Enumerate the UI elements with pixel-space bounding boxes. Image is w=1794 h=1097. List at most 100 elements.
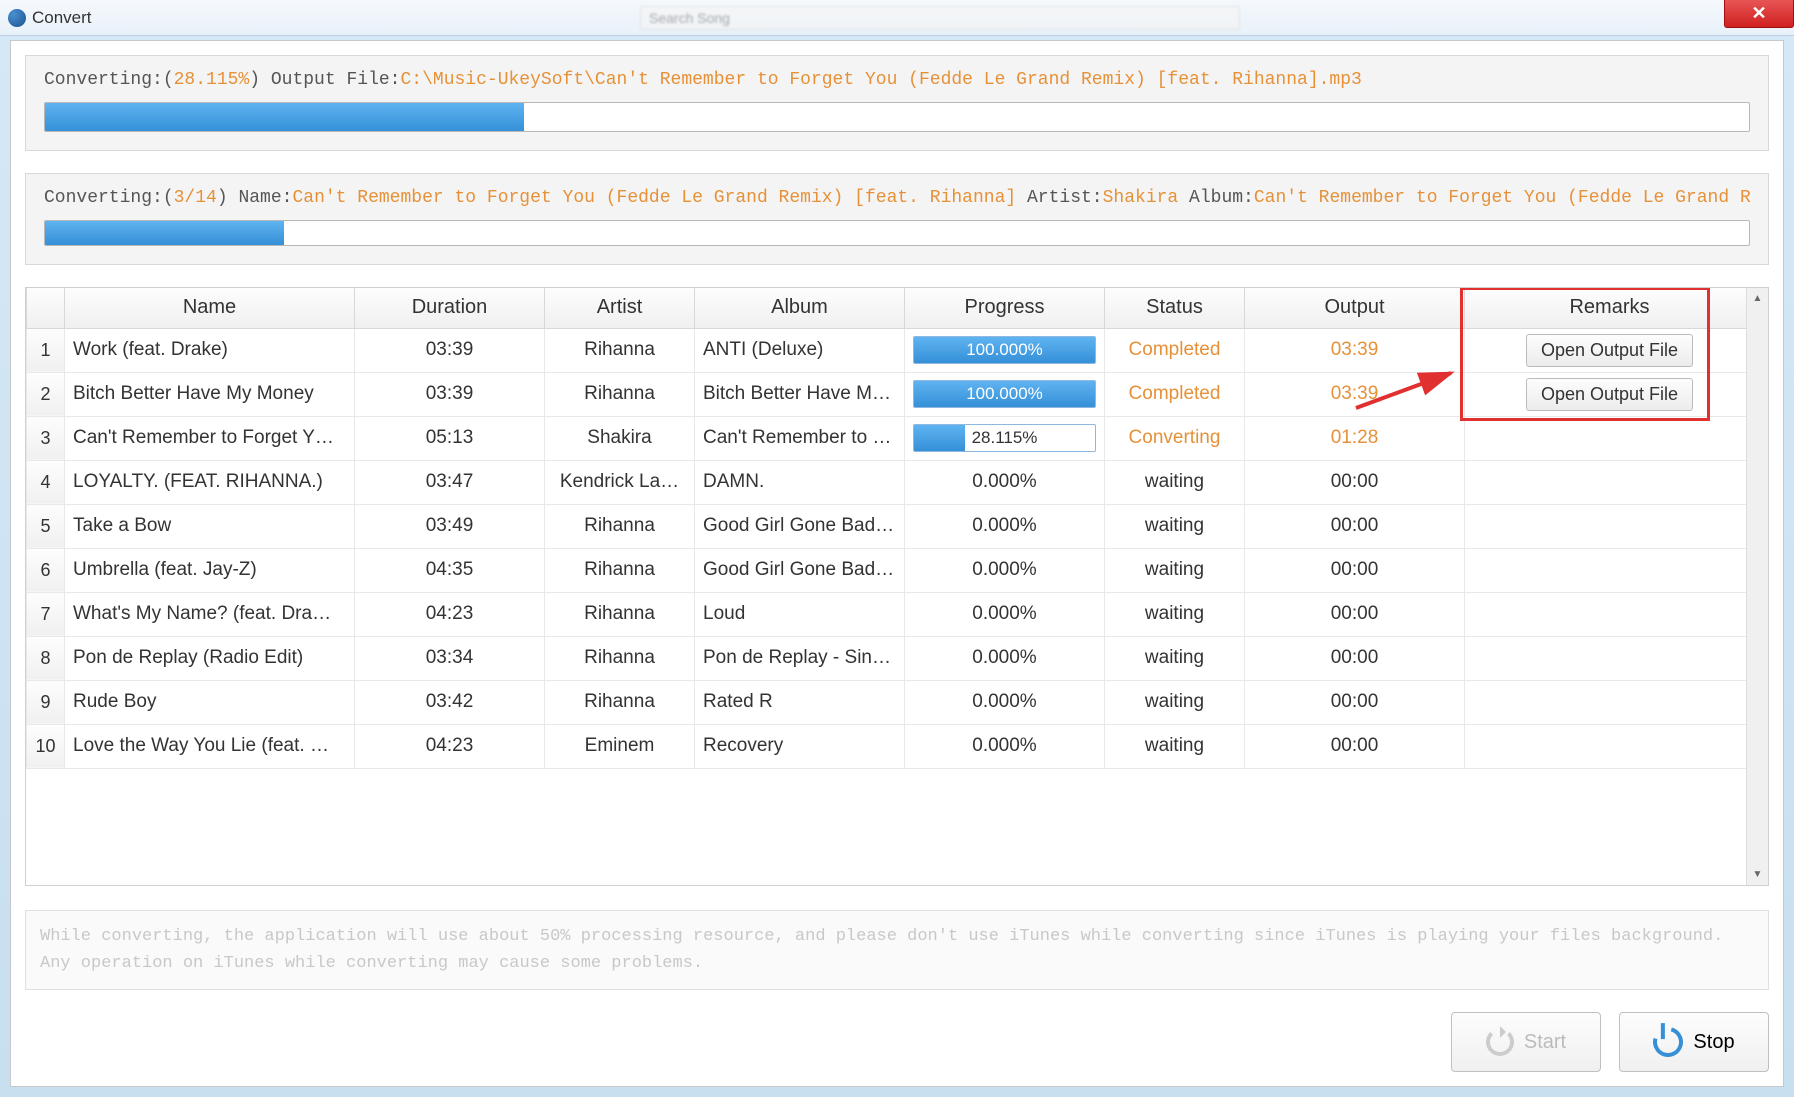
row-progress-bar: 28.115% <box>913 424 1096 452</box>
table-row[interactable]: 2 Bitch Better Have My Money 03:39 Rihan… <box>27 372 1747 416</box>
close-icon: ✕ <box>1751 3 1766 24</box>
row-output: 00:00 <box>1245 592 1465 636</box>
row-name: Work (feat. Drake) <box>65 328 355 372</box>
button-row: Start Stop <box>25 1012 1769 1072</box>
tracks-table: Name Duration Artist Album Progress Stat… <box>26 288 1746 769</box>
row-remarks <box>1465 724 1747 768</box>
row-index: 3 <box>27 416 65 460</box>
table-row[interactable]: 4 LOYALTY. (FEAT. RIHANNA.) 03:47 Kendri… <box>27 460 1747 504</box>
row-name: Take a Bow <box>65 504 355 548</box>
row-remarks <box>1465 460 1747 504</box>
row-artist: Shakira <box>545 416 695 460</box>
row-album: Good Girl Gone Bad… <box>695 548 905 592</box>
open-output-file-button[interactable]: Open Output File <box>1526 334 1693 367</box>
row-duration: 04:23 <box>355 724 545 768</box>
col-header-album[interactable]: Album <box>695 288 905 328</box>
row-progress-pct: 0.000% <box>972 691 1036 712</box>
row-index: 1 <box>27 328 65 372</box>
col-header-output[interactable]: Output <box>1245 288 1465 328</box>
label-album: Album: <box>1178 188 1254 208</box>
tracks-table-wrap: Name Duration Artist Album Progress Stat… <box>25 287 1769 886</box>
row-duration: 03:39 <box>355 372 545 416</box>
window-title: Convert <box>32 8 92 28</box>
row-remarks <box>1465 592 1747 636</box>
row-status: waiting <box>1105 460 1245 504</box>
row-remarks <box>1465 504 1747 548</box>
close-button[interactable]: ✕ <box>1724 0 1794 28</box>
col-header-name[interactable]: Name <box>65 288 355 328</box>
col-header-status[interactable]: Status <box>1105 288 1245 328</box>
row-progress: 28.115% <box>905 416 1105 460</box>
track-artist: Shakira <box>1103 188 1179 208</box>
row-progress: 0.000% <box>905 504 1105 548</box>
table-row[interactable]: 9 Rude Boy 03:42 Rihanna Rated R 0.000% … <box>27 680 1747 724</box>
open-output-file-button[interactable]: Open Output File <box>1526 378 1693 411</box>
col-header-duration[interactable]: Duration <box>355 288 545 328</box>
scroll-down-icon[interactable]: ▼ <box>1747 865 1768 885</box>
track-name: Can't Remember to Forget You (Fedde Le G… <box>292 188 1016 208</box>
row-artist: Rihanna <box>545 548 695 592</box>
row-status: waiting <box>1105 724 1245 768</box>
vertical-scrollbar[interactable]: ▲ ▼ <box>1746 288 1768 885</box>
table-row[interactable]: 6 Umbrella (feat. Jay-Z) 04:35 Rihanna G… <box>27 548 1747 592</box>
tracks-table-scroll[interactable]: Name Duration Artist Album Progress Stat… <box>26 288 1746 885</box>
scroll-up-icon[interactable]: ▲ <box>1747 288 1768 308</box>
app-icon <box>8 9 26 27</box>
row-output: 03:39 <box>1245 372 1465 416</box>
row-status: waiting <box>1105 592 1245 636</box>
footer-note: While converting, the application will u… <box>25 910 1769 990</box>
row-album: Rated R <box>695 680 905 724</box>
row-name: Can't Remember to Forget Y… <box>65 416 355 460</box>
col-header-progress[interactable]: Progress <box>905 288 1105 328</box>
track-progress-info: Converting:(3/14) Name:Can't Remember to… <box>44 188 1750 208</box>
row-duration: 03:49 <box>355 504 545 548</box>
row-artist: Rihanna <box>545 592 695 636</box>
table-row[interactable]: 3 Can't Remember to Forget Y… 05:13 Shak… <box>27 416 1747 460</box>
row-progress: 0.000% <box>905 460 1105 504</box>
row-progress: 0.000% <box>905 548 1105 592</box>
track-progress-bar <box>44 220 1750 246</box>
col-header-artist[interactable]: Artist <box>545 288 695 328</box>
row-output: 00:00 <box>1245 680 1465 724</box>
table-row[interactable]: 1 Work (feat. Drake) 03:39 Rihanna ANTI … <box>27 328 1747 372</box>
row-output: 00:00 <box>1245 548 1465 592</box>
file-percent: 28.115% <box>174 70 250 90</box>
row-progress-bar: 100.000% <box>913 336 1096 364</box>
row-artist: Rihanna <box>545 680 695 724</box>
row-output: 00:00 <box>1245 636 1465 680</box>
row-duration: 03:39 <box>355 328 545 372</box>
table-header-row: Name Duration Artist Album Progress Stat… <box>27 288 1747 328</box>
track-album: Can't Remember to Forget You (Fedde Le G… <box>1254 188 1750 208</box>
row-progress-pct: 0.000% <box>972 471 1036 492</box>
start-label: Start <box>1524 1031 1566 1054</box>
table-row[interactable]: 7 What's My Name? (feat. Dra… 04:23 Riha… <box>27 592 1747 636</box>
row-status: Converting <box>1105 416 1245 460</box>
row-progress-pct: 0.000% <box>972 559 1036 580</box>
label-converting: Converting:( <box>44 70 174 90</box>
titlebar: Convert ✕ <box>0 0 1794 36</box>
row-name: What's My Name? (feat. Dra… <box>65 592 355 636</box>
row-index: 9 <box>27 680 65 724</box>
row-album: Good Girl Gone Bad… <box>695 504 905 548</box>
track-progress-fill <box>45 221 284 245</box>
row-index: 5 <box>27 504 65 548</box>
table-row[interactable]: 5 Take a Bow 03:49 Rihanna Good Girl Gon… <box>27 504 1747 548</box>
row-name: LOYALTY. (FEAT. RIHANNA.) <box>65 460 355 504</box>
row-album: Bitch Better Have M… <box>695 372 905 416</box>
row-output: 00:00 <box>1245 504 1465 548</box>
row-index: 2 <box>27 372 65 416</box>
row-progress: 100.000% <box>905 372 1105 416</box>
row-status: Completed <box>1105 328 1245 372</box>
search-input[interactable] <box>640 6 1240 30</box>
table-row[interactable]: 10 Love the Way You Lie (feat. … 04:23 E… <box>27 724 1747 768</box>
start-button[interactable]: Start <box>1451 1012 1601 1072</box>
table-row[interactable]: 8 Pon de Replay (Radio Edit) 03:34 Rihan… <box>27 636 1747 680</box>
row-remarks <box>1465 680 1747 724</box>
stop-button[interactable]: Stop <box>1619 1012 1769 1072</box>
col-header-remarks[interactable]: Remarks <box>1465 288 1747 328</box>
col-header-index[interactable] <box>27 288 65 328</box>
track-count: 3/14 <box>174 188 217 208</box>
row-status: waiting <box>1105 636 1245 680</box>
row-duration: 03:47 <box>355 460 545 504</box>
row-progress: 100.000% <box>905 328 1105 372</box>
